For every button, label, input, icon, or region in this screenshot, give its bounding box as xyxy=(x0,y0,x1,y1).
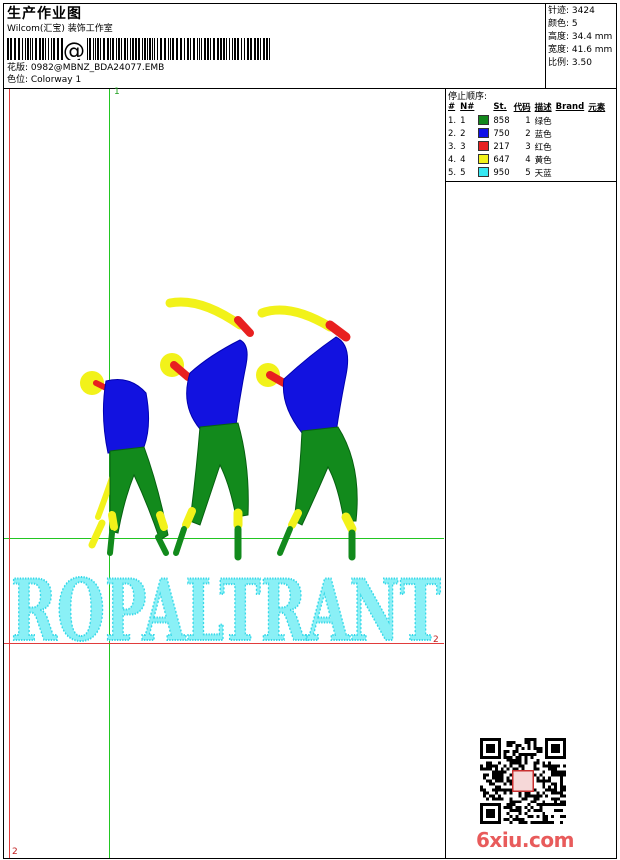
design-height: 高度: 34.4 mm xyxy=(548,32,613,42)
qr-code xyxy=(480,738,566,824)
frame-bottom xyxy=(3,858,617,859)
svg-text:@: @ xyxy=(63,39,85,60)
seq-needle: 3 xyxy=(460,141,466,152)
golfer-left xyxy=(80,371,169,556)
frame-top xyxy=(3,3,617,4)
seq-stitches: 950 xyxy=(493,167,510,178)
col-header-swatch xyxy=(477,101,492,114)
color-swatch xyxy=(478,167,490,178)
seq-num: 3. xyxy=(448,141,457,152)
seq-num: 4. xyxy=(448,154,457,165)
design-scale: 比例: 3.50 xyxy=(548,58,592,68)
seq-code: 3 xyxy=(525,141,531,152)
guide-vertical-red xyxy=(9,89,10,858)
sequence-divider xyxy=(445,88,446,858)
seq-element xyxy=(587,153,608,166)
guide-mark-3: 2 xyxy=(12,847,18,857)
seq-element xyxy=(587,127,608,140)
color-swatch xyxy=(478,115,490,126)
barcode: @ xyxy=(7,38,270,60)
seq-brand xyxy=(555,114,588,127)
seq-stitches: 750 xyxy=(493,128,510,139)
sequence-row: 4. 4 647 4 黄色 xyxy=(447,153,608,166)
sequence-row: 3. 3 217 3 红色 xyxy=(447,140,608,153)
sequence-table: # N# St. 代码 描述 Brand 元素 1. 1 858 1 绿色 2. 2 750 2… xyxy=(447,101,608,179)
page-title: 生产作业图 xyxy=(7,6,82,22)
guide-mark-1: 1 xyxy=(114,87,120,97)
seq-desc: 红色 xyxy=(534,142,552,153)
col-header-element: 元素 xyxy=(588,103,606,113)
seq-element xyxy=(587,166,608,179)
col-header-code: 代码 xyxy=(513,103,531,113)
seq-swatch xyxy=(477,140,492,153)
seq-stitches: 217 xyxy=(493,141,510,152)
design-file-label: 花版: 0982@MBNZ_BDA24077.EMB xyxy=(7,63,165,73)
golfer-embroidery xyxy=(80,297,358,561)
stitch-count: 针迹: 3424 xyxy=(548,6,595,16)
seq-code: 2 xyxy=(525,128,531,139)
color-count: 颜色: 5 xyxy=(548,19,578,29)
seq-needle: 5 xyxy=(460,167,466,178)
col-header-num: # xyxy=(448,102,456,112)
seq-swatch xyxy=(477,114,492,127)
seq-element xyxy=(587,140,608,153)
seq-code: 4 xyxy=(525,154,531,165)
seq-brand xyxy=(555,127,588,140)
watermark-6xiu: 6xiu.com xyxy=(476,828,574,852)
seq-desc: 蓝色 xyxy=(534,129,552,140)
seq-code: 5 xyxy=(525,167,531,178)
seq-code: 1 xyxy=(525,115,531,126)
colorway-label: 色位: Colorway 1 xyxy=(7,75,82,85)
seq-element xyxy=(587,114,608,127)
col-header-stitches: St. xyxy=(493,102,507,112)
sequence-row: 1. 1 858 1 绿色 xyxy=(447,114,608,127)
seq-desc: 天蓝 xyxy=(534,168,552,179)
golfer-right xyxy=(256,305,358,561)
seq-brand xyxy=(555,166,588,179)
header-divider xyxy=(3,88,617,89)
seq-swatch xyxy=(477,127,492,140)
seq-needle: 2 xyxy=(460,128,466,139)
seq-stitches: 647 xyxy=(493,154,510,165)
stats-divider xyxy=(545,3,546,88)
design-stats: 针迹: 3424 颜色: 5 高度: 34.4 mm 宽度: 41.6 mm 比… xyxy=(548,5,618,70)
seq-brand xyxy=(555,140,588,153)
col-header-brand: Brand xyxy=(555,102,585,112)
golfer-middle xyxy=(160,297,254,561)
color-swatch xyxy=(478,154,490,165)
embroidery-text-label: ROPALTRANT xyxy=(11,561,441,650)
color-swatch xyxy=(478,141,490,152)
seq-swatch xyxy=(477,166,492,179)
sequence-row: 2. 2 750 2 蓝色 xyxy=(447,127,608,140)
design-width: 宽度: 41.6 mm xyxy=(548,45,613,55)
seq-swatch xyxy=(477,153,492,166)
sequence-bottom-line xyxy=(445,181,617,182)
seq-desc: 黄色 xyxy=(534,155,552,166)
seq-needle: 4 xyxy=(460,154,466,165)
sequence-header-row: # N# St. 代码 描述 Brand 元素 xyxy=(447,101,608,114)
seq-num: 1. xyxy=(448,115,457,126)
color-swatch xyxy=(478,128,490,139)
seq-num: 5. xyxy=(448,167,457,178)
embroidery-text: ROPALTRANT xyxy=(10,560,442,650)
frame-left xyxy=(3,3,4,858)
col-header-desc: 描述 xyxy=(534,103,552,113)
seq-needle: 1 xyxy=(460,115,466,126)
seq-brand xyxy=(555,153,588,166)
col-header-needle: N# xyxy=(460,102,475,112)
sequence-row: 5. 5 950 5 天蓝 xyxy=(447,166,608,179)
seq-desc: 绿色 xyxy=(534,116,552,127)
seq-stitches: 858 xyxy=(493,115,510,126)
seq-num: 2. xyxy=(448,128,457,139)
company-name: Wilcom(汇宝) 装饰工作室 xyxy=(7,24,113,34)
frame-right xyxy=(616,3,617,858)
